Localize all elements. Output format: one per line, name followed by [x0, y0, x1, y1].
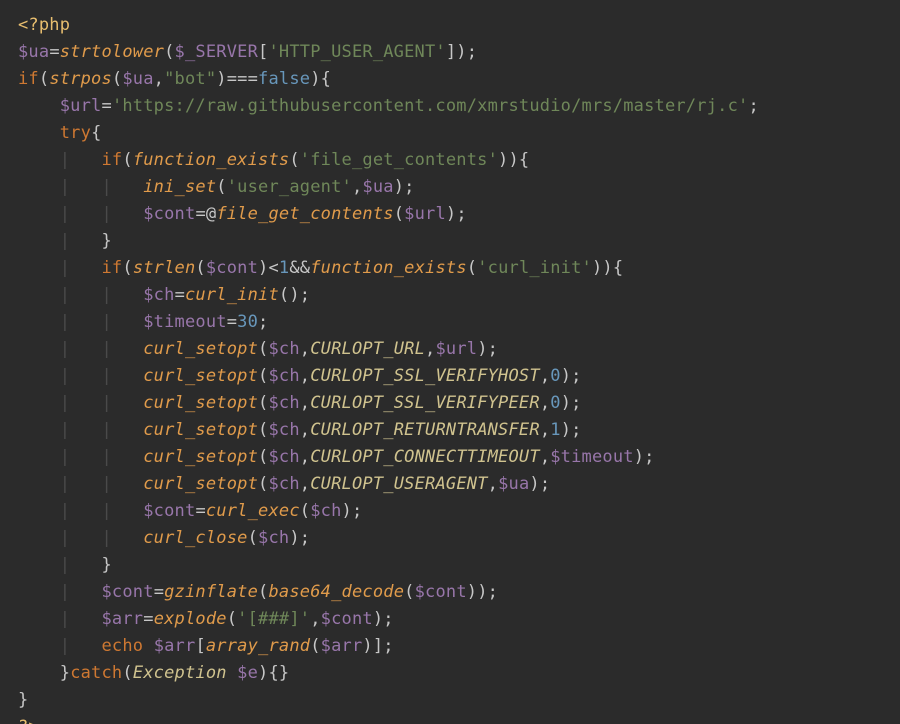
const-curlopt-useragent: CURLOPT_USERAGENT [310, 474, 487, 494]
str-http-user-agent: 'HTTP_USER_AGENT' [268, 42, 445, 62]
fn-function-exists: function_exists [133, 150, 290, 170]
fn-curl-setopt: curl_setopt [143, 339, 258, 359]
kw-echo: echo [102, 636, 144, 656]
fn-array-rand: array_rand [206, 636, 310, 656]
const-curlopt-url: CURLOPT_URL [310, 339, 425, 359]
php-close-tag: ?> [18, 717, 39, 724]
fn-explode: explode [154, 609, 227, 629]
var-timeout: $timeout [143, 312, 226, 332]
fn-file-get-contents: file_get_contents [216, 204, 393, 224]
fn-gzinflate: gzinflate [164, 582, 258, 602]
code-block: <?php $ua=strtolower($_SERVER['HTTP_USER… [0, 0, 900, 724]
cls-exception: Exception [133, 663, 227, 683]
const-curlopt-ssl-verifypeer: CURLOPT_SSL_VERIFYPEER [310, 393, 540, 413]
fn-strtolower: strtolower [60, 42, 164, 62]
fn-curl-close: curl_close [143, 528, 247, 548]
const-curlopt-ssl-verifyhost: CURLOPT_SSL_VERIFYHOST [310, 366, 540, 386]
var-server: $_SERVER [175, 42, 258, 62]
fn-curl-init: curl_init [185, 285, 279, 305]
const-false: false [258, 69, 310, 89]
kw-try: try [60, 123, 91, 143]
fn-strlen: strlen [133, 258, 196, 278]
num-30: 30 [237, 312, 258, 332]
fn-curl-exec: curl_exec [206, 501, 300, 521]
str-file-get-contents: 'file_get_contents' [300, 150, 498, 170]
var-ch: $ch [143, 285, 174, 305]
const-curlopt-returntransfer: CURLOPT_RETURNTRANSFER [310, 420, 540, 440]
fn-ini-set: ini_set [143, 177, 216, 197]
var-cont: $cont [143, 204, 195, 224]
str-curl-init: 'curl_init' [477, 258, 592, 278]
var-ua: $ua [18, 42, 49, 62]
php-open-tag: <?php [18, 15, 70, 35]
str-bot: "bot" [164, 69, 216, 89]
fn-base64-decode: base64_decode [268, 582, 404, 602]
kw-catch: catch [70, 663, 122, 683]
fn-strpos: strpos [49, 69, 112, 89]
var-arr: $arr [102, 609, 144, 629]
var-e: $e [237, 663, 258, 683]
var-url: $url [60, 96, 102, 116]
str-url: 'https://raw.githubusercontent.com/xmrst… [112, 96, 749, 116]
kw-if: if [18, 69, 39, 89]
str-hash-sep: '[###]' [237, 609, 310, 629]
const-curlopt-connecttimeout: CURLOPT_CONNECTTIMEOUT [310, 447, 540, 467]
str-user-agent: 'user_agent' [227, 177, 352, 197]
